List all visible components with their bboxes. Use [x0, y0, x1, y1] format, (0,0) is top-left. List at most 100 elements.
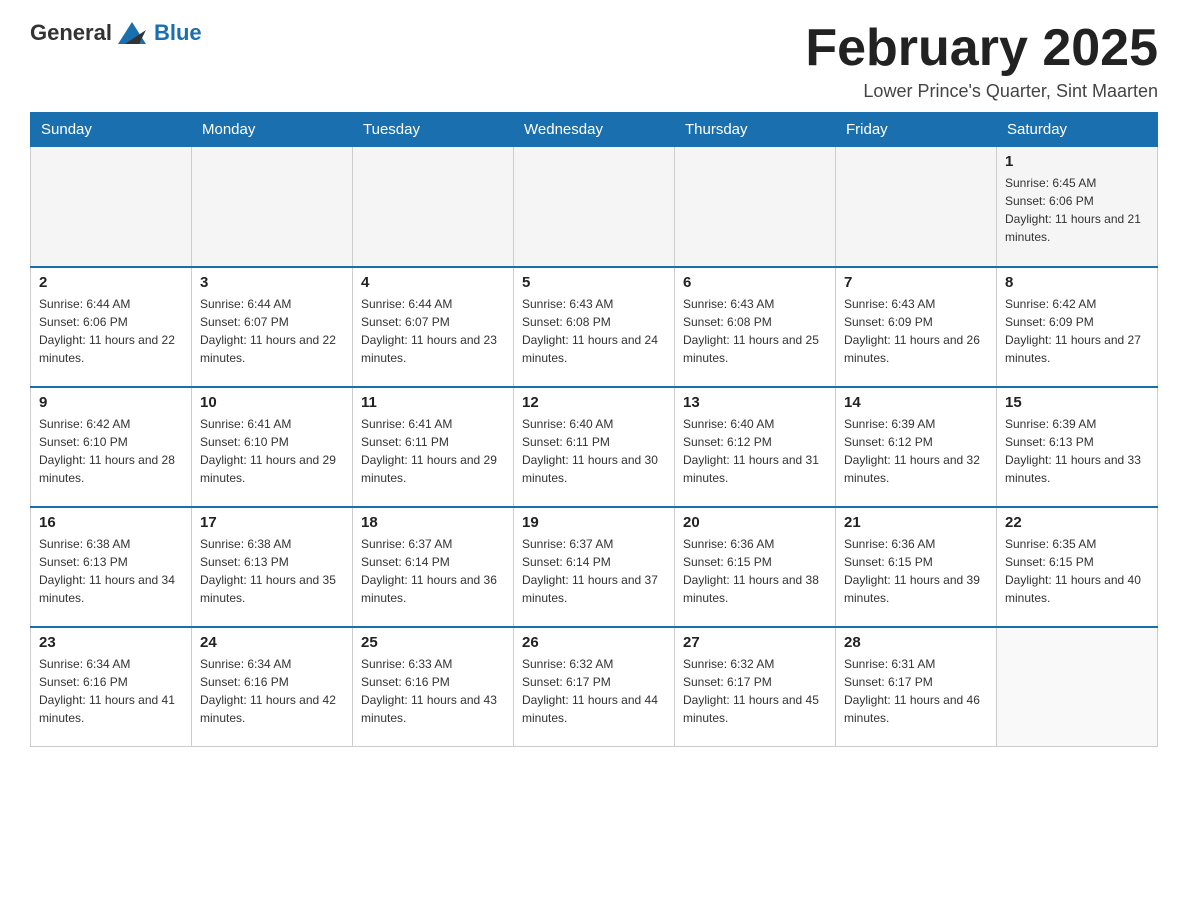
calendar-cell: 19 Sunrise: 6:37 AMSunset: 6:14 PMDayligh… — [514, 507, 675, 627]
weekday-header-monday: Monday — [192, 113, 353, 147]
day-number: 10 — [200, 394, 344, 411]
day-number: 28 — [844, 634, 988, 651]
day-info: Sunrise: 6:33 AMSunset: 6:16 PMDaylight:… — [361, 655, 505, 727]
day-info: Sunrise: 6:44 AMSunset: 6:07 PMDaylight:… — [361, 295, 505, 367]
calendar-cell: 17Sunrise: 6:38 AMSunset: 6:13 PMDayligh… — [192, 507, 353, 627]
calendar-week-row: 23 Sunrise: 6:34 AMSunset: 6:16 PMDayligh… — [31, 627, 1158, 747]
calendar-cell: 7Sunrise: 6:43 AMSunset: 6:09 PMDaylight… — [836, 267, 997, 387]
day-info: Sunrise: 6:44 AMSunset: 6:07 PMDaylight:… — [200, 295, 344, 367]
day-number: 1 — [1005, 153, 1149, 170]
day-number: 22 — [1005, 514, 1149, 531]
weekday-header-sunday: Sunday — [31, 113, 192, 147]
calendar-cell — [997, 627, 1158, 747]
day-number: 4 — [361, 274, 505, 291]
day-info: Sunrise: 6:34 AMSunset: 6:16 PMDaylight:… — [200, 655, 344, 727]
calendar-cell — [675, 147, 836, 267]
calendar-cell: 14 Sunrise: 6:39 AMSunset: 6:12 PMDayligh… — [836, 387, 997, 507]
calendar-cell: 23 Sunrise: 6:34 AMSunset: 6:16 PMDayligh… — [31, 627, 192, 747]
calendar-week-row: 16 Sunrise: 6:38 AMSunset: 6:13 PMDayligh… — [31, 507, 1158, 627]
day-number: 8 — [1005, 274, 1149, 291]
calendar-cell: 12 Sunrise: 6:40 AMSunset: 6:11 PMDayligh… — [514, 387, 675, 507]
day-info: Sunrise: 6:39 AMSunset: 6:13 PMDaylight:… — [1005, 415, 1149, 487]
day-info: Sunrise: 6:31 AMSunset: 6:17 PMDaylight:… — [844, 655, 988, 727]
day-number: 18 — [361, 514, 505, 531]
page-subtitle: Lower Prince's Quarter, Sint Maarten — [805, 81, 1158, 102]
day-info: Sunrise: 6:40 AMSunset: 6:11 PMDaylight:… — [522, 415, 666, 487]
calendar-cell: 22 Sunrise: 6:35 AMSunset: 6:15 PMDayligh… — [997, 507, 1158, 627]
day-number: 20 — [683, 514, 827, 531]
day-number: 23 — [39, 634, 183, 651]
calendar-cell — [514, 147, 675, 267]
calendar-cell: 8 Sunrise: 6:42 AMSunset: 6:09 PMDaylight… — [997, 267, 1158, 387]
calendar-cell: 18Sunrise: 6:37 AMSunset: 6:14 PMDayligh… — [353, 507, 514, 627]
day-info: Sunrise: 6:43 AMSunset: 6:09 PMDaylight:… — [844, 295, 988, 367]
calendar-cell: 9 Sunrise: 6:42 AMSunset: 6:10 PMDaylight… — [31, 387, 192, 507]
day-number: 14 — [844, 394, 988, 411]
calendar-cell — [192, 147, 353, 267]
calendar-cell — [836, 147, 997, 267]
logo-icon — [118, 22, 146, 44]
day-info: Sunrise: 6:41 AMSunset: 6:11 PMDaylight:… — [361, 415, 505, 487]
calendar-cell: 11 Sunrise: 6:41 AMSunset: 6:11 PMDayligh… — [353, 387, 514, 507]
day-info: Sunrise: 6:45 AMSunset: 6:06 PMDaylight:… — [1005, 174, 1149, 246]
calendar-cell: 24 Sunrise: 6:34 AMSunset: 6:16 PMDayligh… — [192, 627, 353, 747]
calendar-cell: 6Sunrise: 6:43 AMSunset: 6:08 PMDaylight… — [675, 267, 836, 387]
day-info: Sunrise: 6:32 AMSunset: 6:17 PMDaylight:… — [522, 655, 666, 727]
calendar-week-row: 2 Sunrise: 6:44 AMSunset: 6:06 PMDaylight… — [31, 267, 1158, 387]
calendar-cell: 28 Sunrise: 6:31 AMSunset: 6:17 PMDayligh… — [836, 627, 997, 747]
day-info: Sunrise: 6:39 AMSunset: 6:12 PMDaylight:… — [844, 415, 988, 487]
day-info: Sunrise: 6:37 AMSunset: 6:14 PMDaylight:… — [522, 535, 666, 607]
calendar-cell: 20 Sunrise: 6:36 AMSunset: 6:15 PMDayligh… — [675, 507, 836, 627]
day-number: 9 — [39, 394, 183, 411]
title-section: February 2025 Lower Prince's Quarter, Si… — [805, 20, 1158, 102]
day-info: Sunrise: 6:34 AMSunset: 6:16 PMDaylight:… — [39, 655, 183, 727]
day-info: Sunrise: 6:38 AMSunset: 6:13 PMDaylight:… — [200, 535, 344, 607]
day-info: Sunrise: 6:36 AMSunset: 6:15 PMDaylight:… — [844, 535, 988, 607]
day-number: 25 — [361, 634, 505, 651]
day-info: Sunrise: 6:38 AMSunset: 6:13 PMDaylight:… — [39, 535, 183, 607]
day-info: Sunrise: 6:36 AMSunset: 6:15 PMDaylight:… — [683, 535, 827, 607]
calendar-table: SundayMondayTuesdayWednesdayThursdayFrid… — [30, 112, 1158, 747]
logo-general: General — [30, 20, 112, 46]
day-info: Sunrise: 6:42 AMSunset: 6:09 PMDaylight:… — [1005, 295, 1149, 367]
day-number: 27 — [683, 634, 827, 651]
day-number: 11 — [361, 394, 505, 411]
day-number: 2 — [39, 274, 183, 291]
day-info: Sunrise: 6:35 AMSunset: 6:15 PMDaylight:… — [1005, 535, 1149, 607]
day-number: 21 — [844, 514, 988, 531]
calendar-cell: 10 Sunrise: 6:41 AMSunset: 6:10 PMDayligh… — [192, 387, 353, 507]
day-number: 26 — [522, 634, 666, 651]
calendar-cell — [353, 147, 514, 267]
calendar-cell: 26 Sunrise: 6:32 AMSunset: 6:17 PMDayligh… — [514, 627, 675, 747]
calendar-cell — [31, 147, 192, 267]
day-number: 12 — [522, 394, 666, 411]
day-number: 16 — [39, 514, 183, 531]
day-info: Sunrise: 6:32 AMSunset: 6:17 PMDaylight:… — [683, 655, 827, 727]
day-info: Sunrise: 6:42 AMSunset: 6:10 PMDaylight:… — [39, 415, 183, 487]
calendar-cell: 5 Sunrise: 6:43 AMSunset: 6:08 PMDaylight… — [514, 267, 675, 387]
calendar-cell: 3Sunrise: 6:44 AMSunset: 6:07 PMDaylight… — [192, 267, 353, 387]
day-number: 13 — [683, 394, 827, 411]
logo: General Blue — [30, 20, 202, 46]
weekday-header-friday: Friday — [836, 113, 997, 147]
weekday-header-tuesday: Tuesday — [353, 113, 514, 147]
calendar-week-row: 1 Sunrise: 6:45 AMSunset: 6:06 PMDaylight… — [31, 147, 1158, 267]
day-number: 5 — [522, 274, 666, 291]
day-info: Sunrise: 6:41 AMSunset: 6:10 PMDaylight:… — [200, 415, 344, 487]
day-number: 6 — [683, 274, 827, 291]
calendar-cell: 15Sunrise: 6:39 AMSunset: 6:13 PMDayligh… — [997, 387, 1158, 507]
day-number: 24 — [200, 634, 344, 651]
calendar-cell: 21 Sunrise: 6:36 AMSunset: 6:15 PMDayligh… — [836, 507, 997, 627]
day-info: Sunrise: 6:43 AMSunset: 6:08 PMDaylight:… — [522, 295, 666, 367]
weekday-header-wednesday: Wednesday — [514, 113, 675, 147]
calendar-cell: 25 Sunrise: 6:33 AMSunset: 6:16 PMDayligh… — [353, 627, 514, 747]
page-title: February 2025 — [805, 20, 1158, 77]
calendar-week-row: 9 Sunrise: 6:42 AMSunset: 6:10 PMDaylight… — [31, 387, 1158, 507]
day-number: 19 — [522, 514, 666, 531]
day-info: Sunrise: 6:40 AMSunset: 6:12 PMDaylight:… — [683, 415, 827, 487]
calendar-cell: 27 Sunrise: 6:32 AMSunset: 6:17 PMDayligh… — [675, 627, 836, 747]
day-info: Sunrise: 6:44 AMSunset: 6:06 PMDaylight:… — [39, 295, 183, 367]
logo-blue: Blue — [154, 20, 202, 46]
calendar-cell: 16 Sunrise: 6:38 AMSunset: 6:13 PMDayligh… — [31, 507, 192, 627]
calendar-cell: 2 Sunrise: 6:44 AMSunset: 6:06 PMDaylight… — [31, 267, 192, 387]
